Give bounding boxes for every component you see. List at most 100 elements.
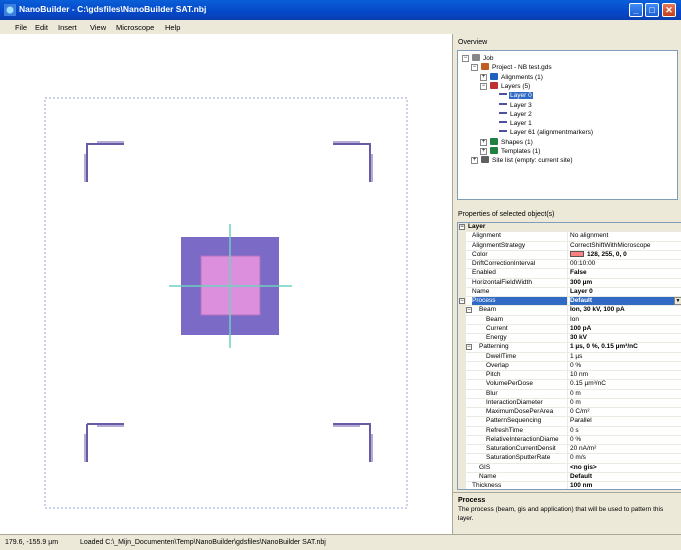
alignment-mark-top-right[interactable] (333, 141, 373, 182)
property-value[interactable]: 30 kV (570, 334, 681, 342)
property-value[interactable]: 0 m (570, 399, 681, 407)
alignment-mark-top-left[interactable] (84, 141, 124, 182)
maximize-button[interactable]: □ (645, 3, 659, 17)
property-row[interactable]: Enabled False (458, 269, 681, 279)
property-row[interactable]: − Process Default ▼ (458, 297, 681, 307)
layout-view[interactable] (0, 34, 452, 534)
property-value[interactable]: Layer 0 (570, 288, 681, 296)
design-canvas[interactable] (0, 34, 452, 534)
property-row[interactable]: Thickness 100 nm (458, 482, 681, 489)
property-row[interactable]: Overlap 0 % (458, 361, 681, 371)
property-row[interactable]: PatternSequencing Parallel (458, 417, 681, 427)
property-value[interactable]: 0 % (570, 436, 681, 444)
tree-node[interactable]: Alignments (1) (490, 72, 544, 82)
property-row[interactable]: DriftCorrectionInterval 00:10:00 (458, 260, 681, 270)
minimize-button[interactable]: _ (629, 3, 643, 17)
property-row[interactable]: DwellTime 1 µs (458, 352, 681, 362)
property-row[interactable]: Name Default (458, 472, 681, 482)
property-value[interactable]: Parallel (570, 417, 681, 425)
property-value[interactable]: 128, 255, 0, 0 (570, 250, 681, 259)
property-value[interactable]: 300 µm (570, 279, 681, 287)
property-row[interactable]: − Beam Ion, 30 kV, 100 pA (458, 306, 681, 316)
property-row[interactable]: Blur 0 m (458, 389, 681, 399)
property-value[interactable]: 20 nA/m² (570, 445, 681, 453)
tree-node[interactable]: Templates (1) (490, 147, 541, 156)
menu-microscope[interactable]: Microscope (116, 23, 154, 32)
property-row[interactable]: Pitch 10 nm (458, 371, 681, 381)
tree-node[interactable]: Layer 61 (alignmentmarkers) (499, 128, 594, 137)
tree-expander[interactable]: + (471, 157, 478, 165)
property-row[interactable]: GIS <no gis> (458, 463, 681, 473)
property-value[interactable]: 0 % (570, 362, 681, 370)
property-row[interactable]: RelativeInteractionDiame 0 % (458, 435, 681, 445)
property-expander[interactable]: − (459, 298, 465, 304)
property-value[interactable]: Ion, 30 kV, 100 pA (570, 306, 681, 314)
property-row[interactable]: VolumePerDose 0.15 µm³/nC (458, 380, 681, 390)
property-value[interactable]: 0 m (570, 390, 681, 398)
property-row[interactable]: Alignment No alignment (458, 232, 681, 242)
property-row[interactable]: HorizontalFieldWidth 300 µm (458, 278, 681, 288)
overview-tree[interactable]: − Job − Project - NB test.gds + Alignments (1… (457, 50, 678, 200)
property-value[interactable]: 0 C/m² (570, 408, 681, 416)
tree-expander[interactable]: + (480, 148, 487, 155)
alignment-mark-bottom-right[interactable] (333, 423, 373, 462)
tree-node[interactable]: Site list (empty: current site) (481, 156, 574, 165)
alignment-mark-bottom-left[interactable] (84, 423, 124, 462)
tree-node[interactable]: Layer 2 (499, 110, 533, 119)
property-row[interactable]: Color 128, 255, 0, 0 (458, 250, 681, 260)
tree-expander[interactable]: − (462, 55, 469, 62)
menu-insert[interactable]: Insert (58, 23, 77, 32)
property-row[interactable]: MaximumDosePerArea 0 C/m² (458, 408, 681, 418)
tree-expander[interactable]: − (471, 64, 478, 72)
property-row[interactable]: − Patterning 1 µs, 0 %, 0.15 µm³/nC (458, 343, 681, 353)
property-row[interactable]: Name Layer 0 (458, 287, 681, 297)
menu-help[interactable]: Help (165, 23, 180, 32)
property-expander[interactable]: − (459, 224, 465, 230)
property-row[interactable]: SaturationCurrentDensit 20 nA/m² (458, 445, 681, 455)
tree-node[interactable]: Shapes (1) (490, 137, 534, 147)
property-value[interactable]: No alignment (570, 232, 681, 240)
property-value[interactable]: 0 s (570, 427, 681, 435)
property-value[interactable]: CorrectShiftWithMicroscope (570, 242, 681, 250)
property-value[interactable]: <no gis> (570, 464, 681, 472)
tree-node-label: Layer 2 (510, 110, 532, 118)
property-value[interactable]: 00:10:00 (570, 260, 681, 268)
property-value[interactable]: 0.15 µm³/nC (570, 380, 681, 388)
tree-node[interactable]: Layer 0 (499, 91, 533, 100)
property-category[interactable]: − Layer (458, 223, 681, 233)
property-row[interactable]: AlignmentStrategy CorrectShiftWithMicrosc… (458, 241, 681, 251)
property-row[interactable]: RefreshTime 0 s (458, 426, 681, 436)
property-row[interactable]: Energy 30 kV (458, 334, 681, 344)
dropdown-arrow-icon[interactable]: ▼ (674, 297, 681, 305)
tree-expander[interactable]: + (480, 138, 487, 146)
property-value[interactable]: Default ▼ (570, 297, 681, 306)
tree-node[interactable]: Job (472, 54, 494, 63)
menu-file[interactable]: File (15, 23, 27, 32)
property-value[interactable]: 100 nm (570, 482, 681, 489)
menu-view[interactable]: View (90, 23, 106, 32)
tree-expander[interactable]: + (480, 73, 487, 81)
shapes-icon (490, 137, 498, 145)
tree-node[interactable]: Project - NB test.gds (481, 63, 553, 72)
property-value[interactable]: Default (570, 473, 681, 481)
property-row[interactable]: SaturationSputterRate 0 m/s (458, 454, 681, 464)
tree-expander[interactable]: − (480, 82, 487, 90)
tree-node[interactable]: Layer 1 (499, 119, 533, 128)
property-value[interactable]: 10 nm (570, 371, 681, 379)
close-button[interactable]: ✕ (662, 3, 676, 17)
property-value[interactable]: 100 pA (570, 325, 681, 333)
tree-node[interactable]: Layers (5) (490, 81, 531, 91)
property-value[interactable]: 1 µs, 0 %, 0.15 µm³/nC (570, 343, 681, 351)
tree-node[interactable]: Layer 3 (499, 101, 533, 110)
property-row[interactable]: InteractionDiameter 0 m (458, 398, 681, 408)
property-value-text: Ion (570, 315, 580, 323)
property-value[interactable]: False (570, 269, 681, 277)
property-grid[interactable]: − Layer Alignment No alignment AlignmentStra… (457, 222, 681, 490)
property-value[interactable]: 1 µs (570, 353, 681, 361)
property-row[interactable]: Current 100 pA (458, 324, 681, 334)
property-value[interactable]: 0 m/s (570, 454, 681, 462)
property-row[interactable]: Beam Ion (458, 315, 681, 325)
property-value[interactable]: Ion (570, 316, 681, 324)
property-name: RefreshTime (472, 426, 568, 435)
menu-edit[interactable]: Edit (35, 23, 48, 32)
